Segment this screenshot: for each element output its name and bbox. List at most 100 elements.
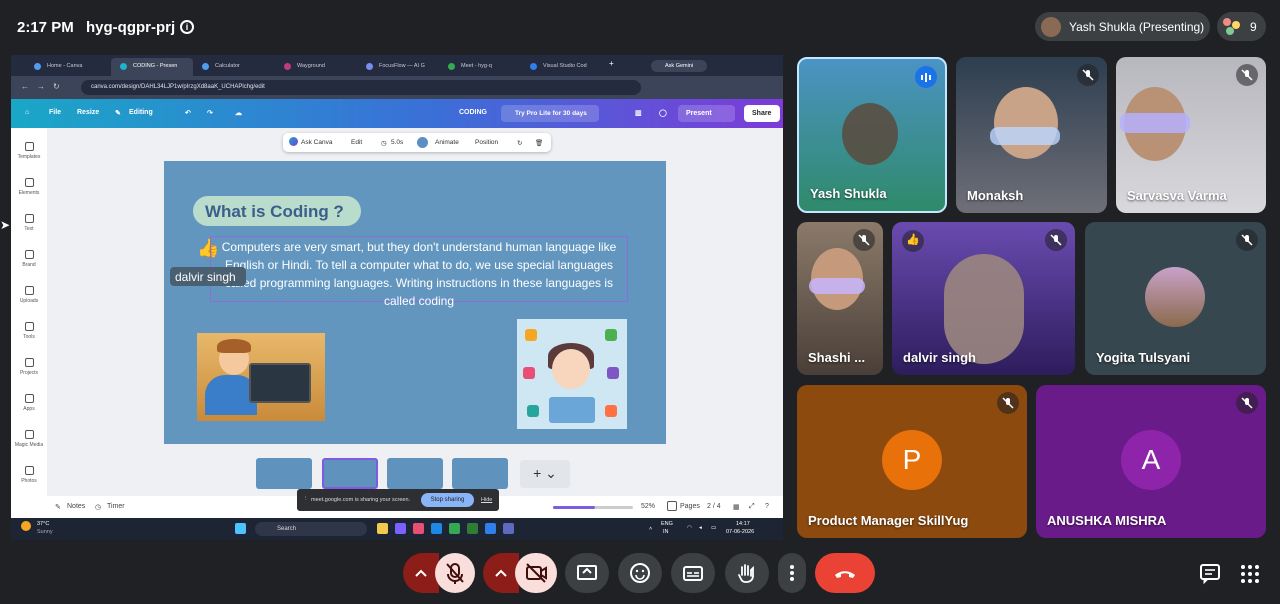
timer-button[interactable]: Timer	[107, 503, 125, 510]
ask-canva-button[interactable]: Ask Canva	[301, 139, 332, 146]
wifi-icon[interactable]: ◠	[687, 525, 692, 531]
undo-icon[interactable]: ↶	[185, 109, 191, 117]
url-bar[interactable]: canva.com/design/DAHL34LJP1w/pIrzgXd8aaK…	[81, 80, 641, 95]
rail-templates[interactable]: Templates	[11, 142, 47, 160]
participant-tile[interactable]: P Product Manager SkillYug	[797, 385, 1027, 538]
keyboard-region[interactable]: IN	[663, 529, 669, 535]
rail-photos[interactable]: Photos	[11, 466, 47, 484]
stop-sharing-button[interactable]: Stop sharing	[421, 493, 474, 507]
color-swatch[interactable]	[417, 137, 428, 148]
browser-tab[interactable]: Wayground	[275, 58, 357, 76]
rail-uploads[interactable]: Uploads	[11, 286, 47, 304]
chrome-icon[interactable]	[449, 523, 460, 534]
girl-laptop-image[interactable]	[517, 319, 627, 429]
tray-chevron-icon[interactable]: ˄	[649, 526, 652, 532]
new-tab-icon[interactable]: +	[609, 59, 614, 68]
taskbar-clock-time[interactable]: 14:17	[736, 521, 750, 527]
browser-tab[interactable]: FocusFlow — AI G	[357, 58, 439, 76]
rotate-icon[interactable]: ↻	[517, 139, 522, 147]
file-menu[interactable]: File	[49, 109, 61, 116]
rail-projects[interactable]: Projects	[11, 358, 47, 376]
activities-button[interactable]	[1238, 562, 1262, 591]
page-thumbnail[interactable]	[387, 458, 443, 489]
ask-gemini-button[interactable]: Ask Gemini	[651, 60, 707, 72]
participant-tile[interactable]: Yash Shukla	[797, 57, 947, 213]
edge-icon[interactable]	[431, 523, 442, 534]
participant-tile[interactable]: 👍 dalvir singh	[892, 222, 1075, 375]
forward-icon[interactable]: →	[37, 82, 45, 91]
more-options-button[interactable]	[778, 553, 806, 593]
zoom-slider[interactable]	[553, 506, 633, 509]
resize-menu[interactable]: Resize	[77, 109, 99, 116]
people-button[interactable]: 9	[1217, 12, 1266, 41]
taskbar-clock-date[interactable]: 07-06-2026	[726, 529, 754, 535]
page-thumbnail[interactable]	[452, 458, 508, 489]
browser-tab[interactable]: Home - Canva	[25, 58, 107, 76]
excel-icon[interactable]	[467, 523, 478, 534]
page-thumbnail-selected[interactable]	[322, 458, 378, 489]
browser-tab[interactable]: Meet - hyg-q	[439, 58, 521, 76]
fullscreen-icon[interactable]: ⤢	[749, 503, 755, 511]
help-icon[interactable]: ?	[765, 503, 769, 510]
volume-icon[interactable]: ◂	[699, 525, 702, 531]
slide-body-text[interactable]: Computers are very smart, but they don't…	[210, 236, 628, 308]
doc-title[interactable]: CODING	[459, 109, 487, 116]
share-button[interactable]: Share	[744, 105, 780, 122]
info-icon[interactable]: i	[180, 20, 194, 34]
video-options-chevron-icon[interactable]	[483, 553, 519, 593]
browser-tab-active[interactable]: CODING - Presen	[111, 58, 193, 76]
leave-call-button[interactable]	[815, 553, 875, 593]
participant-tile[interactable]: A ANUSHKA MISHRA	[1036, 385, 1266, 538]
reactions-button[interactable]	[618, 553, 662, 593]
audio-options-chevron-icon[interactable]	[403, 553, 439, 593]
page-thumbnail[interactable]	[256, 458, 312, 489]
battery-icon[interactable]: ▭	[711, 525, 716, 531]
participant-tile[interactable]: Yogita Tulsyani	[1085, 222, 1266, 375]
comment-icon[interactable]: ◯	[659, 109, 667, 117]
home-icon[interactable]: ⌂	[25, 109, 29, 116]
slide-title[interactable]: What is Coding ?	[193, 196, 361, 226]
store-icon[interactable]	[413, 523, 424, 534]
raise-hand-button[interactable]	[725, 553, 769, 593]
file-explorer-icon[interactable]	[377, 523, 388, 534]
vscode-icon[interactable]	[485, 523, 496, 534]
hide-notice-link[interactable]: Hide	[481, 497, 492, 503]
rail-apps[interactable]: Apps	[11, 394, 47, 412]
participant-tile[interactable]: Shashi ...	[797, 222, 883, 375]
add-page-button[interactable]: + ⌄	[520, 460, 570, 488]
rail-magic-media[interactable]: Magic Media	[11, 430, 47, 448]
slide-canvas[interactable]: What is Coding ? 👍 Computers are very sm…	[164, 161, 666, 444]
copilot-icon[interactable]	[395, 523, 406, 534]
duration-button[interactable]: 5.0s	[391, 139, 403, 146]
redo-icon[interactable]: ↷	[207, 109, 213, 117]
browser-tab[interactable]: Visual Studio Cod	[521, 58, 603, 76]
present-screen-button[interactable]	[565, 553, 609, 593]
edit-button[interactable]: Edit	[351, 139, 362, 146]
participant-tile[interactable]: Sarvasva Varma	[1116, 57, 1266, 213]
rail-elements[interactable]: Elements	[11, 178, 47, 196]
position-button[interactable]: Position	[475, 139, 498, 146]
taskbar-search[interactable]: Search	[255, 522, 367, 536]
rail-text[interactable]: Text	[11, 214, 47, 232]
windows-start-icon[interactable]	[235, 523, 246, 534]
try-pro-button[interactable]: Try Pro Lite for 30 days	[501, 105, 599, 122]
insights-icon[interactable]: ▥	[635, 109, 642, 117]
chat-button[interactable]	[1198, 562, 1222, 591]
present-button[interactable]: Present	[678, 105, 735, 122]
keyboard-lang[interactable]: ENG	[661, 521, 673, 527]
reload-icon[interactable]: ↻	[53, 82, 60, 91]
taskbar-app-icon[interactable]	[503, 523, 514, 534]
presenter-chip[interactable]: Yash Shukla (Presenting)	[1035, 12, 1210, 41]
notes-button[interactable]: Notes	[67, 503, 85, 510]
animate-button[interactable]: Animate	[435, 139, 459, 146]
zoom-level[interactable]: 52%	[641, 503, 655, 510]
boy-coding-image[interactable]	[197, 333, 325, 421]
editing-menu[interactable]: Editing	[129, 109, 153, 116]
participant-tile[interactable]: Monaksh	[956, 57, 1107, 213]
camera-toggle[interactable]	[515, 553, 557, 593]
pages-button[interactable]: Pages	[680, 503, 700, 510]
back-icon[interactable]: ←	[21, 82, 29, 91]
microphone-toggle[interactable]	[435, 553, 475, 593]
rail-brand[interactable]: Brand	[11, 250, 47, 268]
browser-tab[interactable]: Calculator	[193, 58, 275, 76]
